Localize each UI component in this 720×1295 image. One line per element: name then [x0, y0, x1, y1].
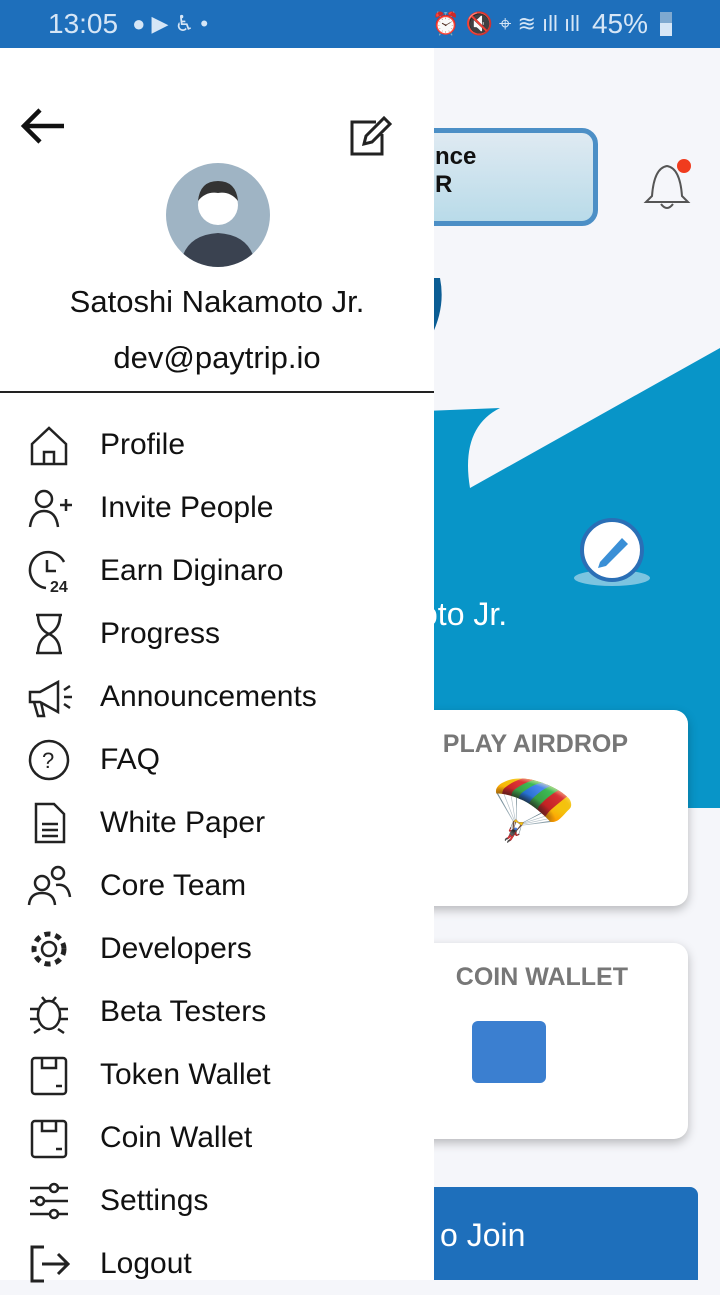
- menu-item-developers[interactable]: Developers: [0, 917, 434, 980]
- menu-item-label: FAQ: [100, 742, 161, 776]
- menu-item-invite-people[interactable]: Invite People: [0, 476, 434, 539]
- system-icons: ⏰ 🔇 ⌖ ≋ ıll ıll: [432, 11, 580, 36]
- divider: [0, 391, 434, 393]
- menu-item-label: Logout: [100, 1246, 192, 1280]
- battery-icon: [660, 12, 672, 36]
- menu-item-label: Beta Testers: [100, 994, 267, 1028]
- parachute-icon: 🪂: [490, 773, 578, 851]
- status-time: 13:05: [48, 8, 119, 39]
- edit-icon[interactable]: [346, 112, 394, 160]
- menu-item-label: Announcements: [100, 679, 317, 713]
- menu-item-coin-wallet[interactable]: Coin Wallet: [0, 1106, 434, 1169]
- team-icon: [27, 865, 72, 905]
- menu-item-settings[interactable]: Settings: [0, 1169, 434, 1232]
- notification-icons: ● ▶ ♿ •: [132, 11, 209, 36]
- avatar[interactable]: [166, 163, 270, 267]
- card-title: PLAY AIRDROP: [442, 730, 628, 758]
- card-title: COIN WALLET: [455, 963, 628, 991]
- home-icon: [30, 425, 68, 465]
- menu-item-announcements[interactable]: Announcements: [0, 665, 434, 728]
- status-bar: 13:05 ● ▶ ♿ • ⏰ 🔇 ⌖ ≋ ıll ıll 45%: [0, 0, 720, 48]
- user-email: dev@paytrip.io: [113, 340, 321, 375]
- svg-text:24: 24: [50, 579, 68, 594]
- sliders-icon: [30, 1182, 68, 1219]
- bug-icon: [30, 995, 68, 1034]
- clock-24-icon: 24: [28, 550, 68, 594]
- menu-item-label: Settings: [100, 1183, 209, 1217]
- menu-item-beta-testers[interactable]: Beta Testers: [0, 980, 434, 1043]
- menu-item-label: Profile: [100, 427, 186, 461]
- navigation-drawer: Satoshi Nakamoto Jr. dev@paytrip.io Prof…: [0, 48, 434, 1282]
- drawer-menu: Profile Invite People 24 Earn Diginaro Progr…: [0, 413, 434, 1295]
- battery-percent: 45%: [591, 8, 648, 39]
- menu-item-label: Progress: [100, 616, 221, 650]
- menu-item-label: Developers: [100, 931, 252, 965]
- menu-item-white-paper[interactable]: White Paper: [0, 791, 434, 854]
- edit-profile-icon[interactable]: [572, 516, 652, 588]
- menu-item-label: Earn Diginaro: [100, 553, 284, 587]
- svg-text:?: ?: [42, 748, 54, 773]
- menu-item-label: Token Wallet: [100, 1057, 271, 1091]
- notification-bell-icon[interactable]: [632, 148, 702, 218]
- megaphone-icon: [28, 679, 72, 717]
- question-icon: ?: [28, 739, 70, 780]
- hourglass-icon: [36, 613, 62, 654]
- menu-item-label: Coin Wallet: [100, 1120, 253, 1154]
- user-name: Satoshi Nakamoto Jr.: [69, 284, 365, 319]
- wallet-icon: [30, 1119, 68, 1158]
- menu-item-core-team[interactable]: Core Team: [0, 854, 434, 917]
- wallet-icon: [30, 1056, 68, 1095]
- wallet-icon: [472, 1021, 546, 1083]
- menu-item-label: White Paper: [100, 805, 266, 839]
- menu-item-label: Core Team: [100, 868, 247, 902]
- menu-item-label: Invite People: [100, 490, 274, 524]
- menu-item-progress[interactable]: Progress: [0, 602, 434, 665]
- document-icon: [34, 802, 66, 843]
- balance-value: R: [435, 171, 453, 198]
- menu-item-profile[interactable]: Profile: [0, 413, 434, 476]
- add-user-icon: [28, 489, 72, 527]
- gear-icon: [31, 931, 67, 966]
- back-arrow-icon[interactable]: [18, 104, 68, 148]
- menu-item-token-wallet[interactable]: Token Wallet: [0, 1043, 434, 1106]
- menu-item-faq[interactable]: ? FAQ: [0, 728, 434, 791]
- balance-label: nce: [435, 143, 477, 170]
- menu-item-earn-diginaro[interactable]: 24 Earn Diginaro: [0, 539, 434, 602]
- menu-item-logout[interactable]: Logout: [0, 1232, 434, 1295]
